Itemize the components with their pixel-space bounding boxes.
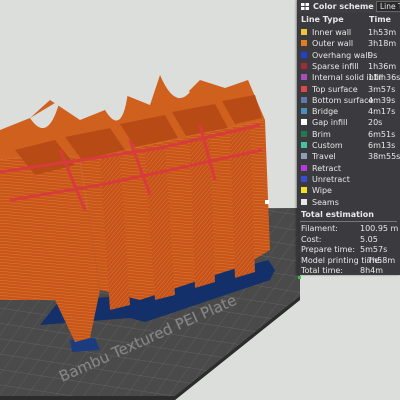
legend-item-label: Inner wall	[312, 28, 352, 37]
legend-item[interactable]: Inner wall 1h53m	[297, 27, 400, 38]
legend-item[interactable]: Retract	[297, 163, 400, 174]
legend-item-label: Wipe	[312, 186, 332, 196]
legend-item-time: 6m51s	[368, 129, 396, 139]
color-swatch	[301, 187, 307, 194]
total-estimation-title: Total estimation	[301, 210, 374, 219]
legend-item[interactable]: Travel 38m55s	[297, 151, 400, 162]
color-swatch	[301, 62, 307, 69]
legend-item-label: Overhang wall	[312, 50, 370, 60]
legend-item-time: 3h18m	[368, 39, 397, 49]
color-swatch	[301, 198, 307, 205]
estimation-value: 8h4m	[360, 266, 384, 275]
palette-icon[interactable]	[301, 3, 309, 10]
color-swatch	[301, 175, 307, 182]
legend-item-time: 3m57s	[368, 84, 396, 94]
legend-item-time: 4m17s	[368, 107, 396, 117]
legend-item[interactable]: Bottom surface 4m39s	[297, 95, 400, 106]
color-scheme-panel: Color scheme Line Type Line Type Time In…	[297, 0, 400, 275]
color-swatch	[301, 108, 307, 115]
legend-item[interactable]: Gap infill 20s	[297, 117, 400, 128]
estimation-value: 5.05	[360, 234, 378, 244]
color-swatch	[301, 142, 307, 148]
legend-item-label: Seams	[312, 197, 339, 207]
legend-item-time: 1h53m	[368, 28, 397, 37]
color-swatch	[301, 85, 307, 92]
axis-marker	[298, 276, 301, 279]
color-swatch	[301, 29, 307, 35]
legend-item-label: Bridge	[312, 107, 339, 117]
legend-item[interactable]: Unretract	[297, 174, 400, 185]
color-scheme-header: Color scheme Line Type	[297, 0, 400, 13]
estimation-label: Prepare time:	[301, 245, 356, 254]
legend-item-label: Retract	[312, 163, 341, 173]
color-swatch	[301, 96, 307, 103]
legend-item-label: Gap infill	[312, 118, 348, 128]
legend-item[interactable]: Sparse infill 1h36m	[297, 61, 400, 72]
legend-item-label: Top surface	[312, 84, 358, 94]
color-swatch	[301, 51, 307, 58]
legend-item[interactable]: Top surface 3m57s	[297, 84, 400, 95]
legend-item-time: 11m36s	[368, 73, 400, 83]
estimation-value: 5m57s	[360, 245, 388, 254]
legend-item[interactable]: Internal solid infill 11m36s	[297, 72, 400, 83]
plate-corner-marker	[265, 200, 269, 204]
legend-item[interactable]: Custom 6m13s	[297, 140, 400, 151]
legend-item-label: Travel	[312, 152, 336, 162]
estimation-label: Total time:	[301, 266, 343, 275]
estimation-value: 7h58m	[367, 255, 396, 265]
legend-item-label: Outer wall	[312, 39, 354, 49]
estimation-label: Filament:	[301, 224, 338, 233]
column-header-line-type: Line Type	[301, 15, 344, 24]
legend-item-time: 20s	[368, 118, 383, 128]
divider	[300, 221, 397, 222]
color-swatch	[301, 164, 307, 171]
color-swatch	[301, 74, 307, 81]
view-type-dropdown[interactable]: Line Type	[376, 1, 400, 12]
legend-item[interactable]: Wipe	[297, 185, 400, 196]
legend-item[interactable]: Overhang wall 9s	[297, 50, 400, 61]
legend-item-label: Unretract	[312, 174, 350, 184]
legend-item-time: 1h36m	[368, 61, 397, 71]
legend-item-time: 38m55s	[368, 152, 400, 162]
legend-item-label: Custom	[312, 141, 343, 150]
color-swatch	[301, 130, 307, 137]
legend-item[interactable]: Seams	[297, 197, 400, 208]
legend-column-headers: Line Type Time	[301, 15, 400, 26]
legend-item-time: 9s	[368, 50, 378, 60]
legend-item[interactable]: Outer wall 3h18m	[297, 38, 400, 49]
estimation-value: 100.95 m	[360, 224, 399, 233]
legend-item-label: Bottom surface	[312, 95, 374, 105]
legend-item-time: 4m39s	[368, 95, 396, 105]
color-scheme-title: Color scheme	[313, 2, 374, 11]
color-swatch	[301, 119, 307, 126]
legend-item[interactable]: Bridge 4m17s	[297, 106, 400, 117]
column-header-time: Time	[369, 15, 391, 24]
legend-item-time: 6m13s	[368, 141, 396, 150]
legend-item[interactable]: Brim 6m51s	[297, 129, 400, 140]
color-swatch	[301, 153, 307, 160]
color-swatch	[301, 40, 307, 47]
legend-item-label: Brim	[312, 129, 331, 139]
estimation-label: Cost:	[301, 234, 322, 244]
legend-item-label: Sparse infill	[312, 61, 359, 71]
